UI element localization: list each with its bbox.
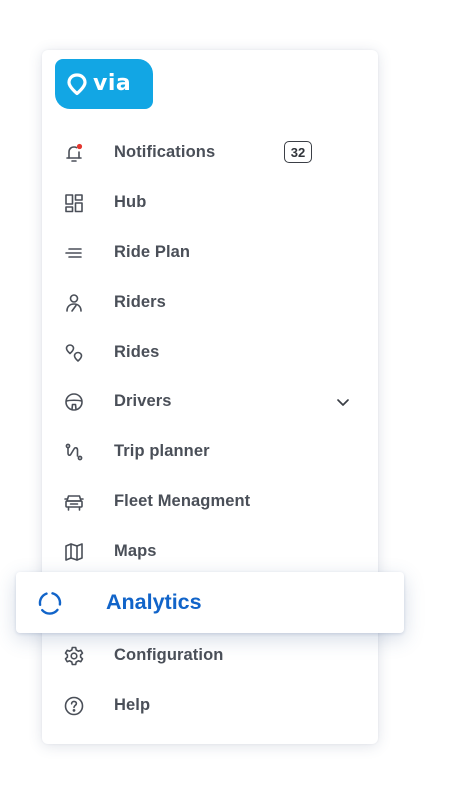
nav-label: Trip planner bbox=[114, 441, 210, 460]
nav-label: Riders bbox=[114, 292, 166, 311]
bell-icon bbox=[62, 141, 86, 165]
nav-item-drivers[interactable]: Drivers bbox=[42, 376, 378, 426]
nav-item-hub[interactable]: Hub bbox=[42, 177, 378, 227]
route-pins-icon bbox=[62, 341, 86, 365]
user-icon bbox=[62, 291, 86, 315]
nav-item-rides[interactable]: Rides bbox=[42, 327, 378, 377]
nav-label-selected: Analytics bbox=[106, 590, 202, 614]
nav-label: Fleet Menagment bbox=[114, 491, 251, 510]
nav-item-maps[interactable]: Maps bbox=[42, 526, 378, 576]
nav-item-configuration[interactable]: Configuration bbox=[42, 630, 378, 680]
via-logo[interactable]: via bbox=[55, 59, 153, 109]
nav-item-fleet-management[interactable]: Fleet Menagment bbox=[42, 476, 378, 526]
nav-label: Help bbox=[114, 695, 151, 714]
nav-label: Rides bbox=[114, 342, 160, 361]
trip-route-icon bbox=[62, 440, 86, 464]
brand-wordmark: via bbox=[93, 71, 132, 96]
chevron-down-icon[interactable] bbox=[334, 393, 352, 411]
dashboard-icon bbox=[62, 191, 86, 215]
nav-item-riders[interactable]: Riders bbox=[42, 277, 378, 327]
nav-item-notifications[interactable]: Notifications bbox=[42, 127, 378, 177]
help-circle-icon bbox=[62, 694, 86, 718]
map-icon bbox=[62, 540, 86, 564]
lines-icon bbox=[62, 241, 86, 265]
nav-label: Drivers bbox=[114, 391, 172, 410]
nav-label: Configuration bbox=[114, 645, 224, 664]
nav-label: Hub bbox=[114, 192, 147, 211]
location-pin-icon bbox=[67, 73, 87, 96]
analytics-ring-icon bbox=[36, 589, 64, 617]
nav-item-analytics[interactable]: Analytics bbox=[16, 572, 404, 633]
gear-icon bbox=[62, 644, 86, 668]
car-icon bbox=[62, 490, 86, 514]
nav-item-trip-planner[interactable]: Trip planner bbox=[42, 426, 378, 476]
steering-wheel-icon bbox=[62, 390, 86, 414]
nav-item-help[interactable]: Help bbox=[42, 680, 378, 730]
nav-item-ride-plan[interactable]: Ride Plan bbox=[42, 227, 378, 277]
notification-count-badge: 32 bbox=[284, 141, 312, 163]
nav-label: Ride Plan bbox=[114, 242, 191, 261]
nav-label: Notifications bbox=[114, 142, 216, 161]
nav-label: Maps bbox=[114, 541, 157, 560]
